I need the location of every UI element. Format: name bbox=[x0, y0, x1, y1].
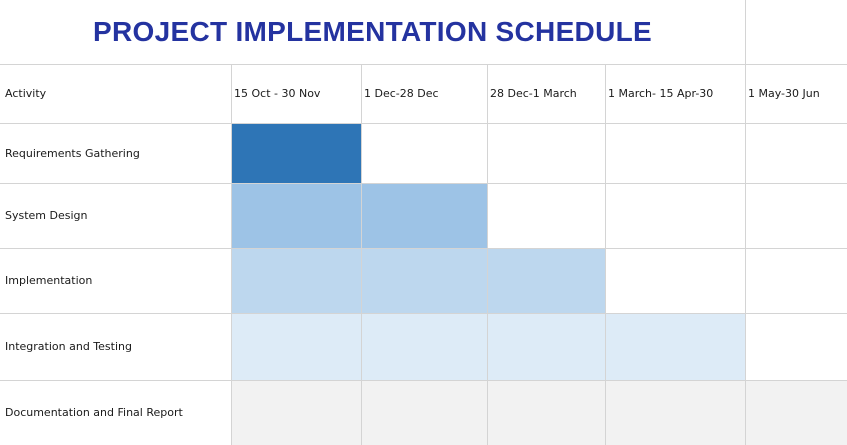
gantt-bar bbox=[231, 183, 487, 248]
page-title: PROJECT IMPLEMENTATION SCHEDULE bbox=[0, 0, 745, 64]
activity-label-integration-testing: Integration and Testing bbox=[5, 340, 132, 353]
gridline-vertical bbox=[487, 0, 488, 445]
gantt-bar bbox=[231, 313, 745, 380]
activity-label-implementation: Implementation bbox=[5, 274, 93, 287]
header-period-4: 1 March- 15 Apr-30 bbox=[608, 87, 714, 100]
header-period-2: 1 Dec-28 Dec bbox=[364, 87, 439, 100]
header-activity: Activity bbox=[5, 87, 47, 100]
gridline-vertical bbox=[745, 0, 746, 445]
gridline-vertical bbox=[231, 0, 232, 445]
spreadsheet-sheet: PROJECT IMPLEMENTATION SCHEDULE Activity 1… bbox=[0, 0, 847, 445]
gridline-vertical bbox=[361, 0, 362, 445]
gantt-bar bbox=[231, 123, 361, 183]
gantt-bar bbox=[231, 248, 605, 313]
header-period-1: 15 Oct - 30 Nov bbox=[234, 87, 321, 100]
activity-label-system-design: System Design bbox=[5, 209, 88, 222]
gridline-vertical bbox=[605, 0, 606, 445]
activity-label-requirements-gathering: Requirements Gathering bbox=[5, 146, 140, 160]
header-period-5: 1 May-30 Jun bbox=[748, 87, 820, 100]
header-period-3: 28 Dec-1 March bbox=[490, 87, 577, 100]
gantt-bar bbox=[231, 380, 847, 445]
activity-label-documentation-final-report: Documentation and Final Report bbox=[5, 406, 183, 419]
